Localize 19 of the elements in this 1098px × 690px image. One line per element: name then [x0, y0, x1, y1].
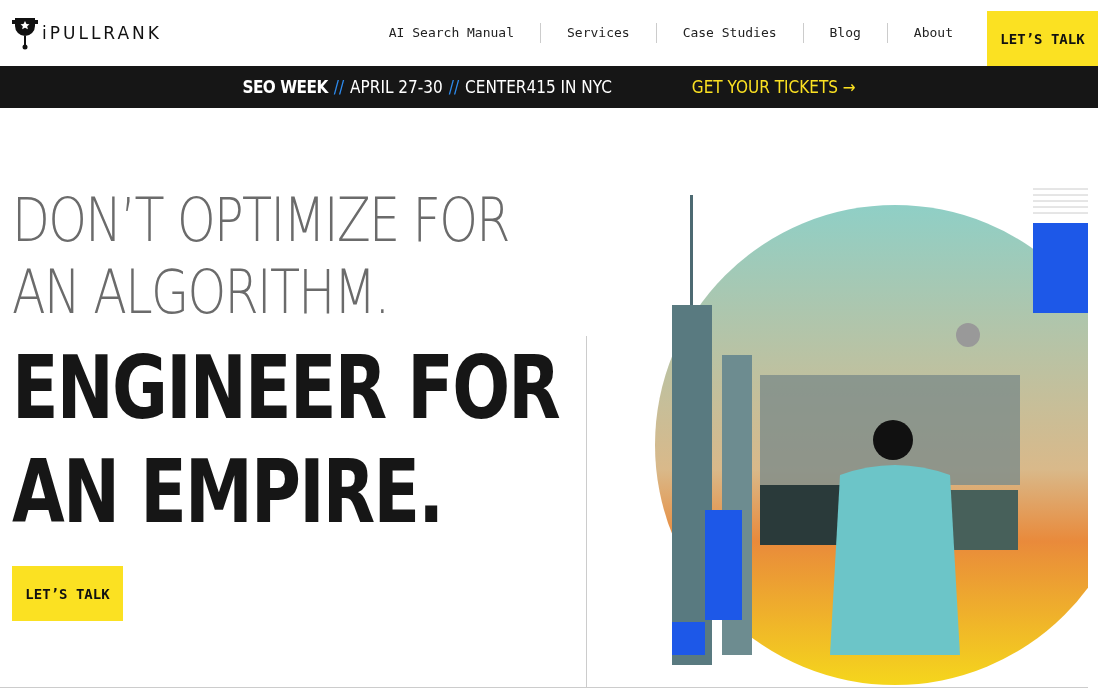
- separator: //: [333, 77, 345, 97]
- nav-link[interactable]: Services: [540, 23, 656, 43]
- headline-line: AN EMPIRE.: [12, 440, 443, 544]
- lets-talk-button[interactable]: LET’S TALK: [12, 566, 123, 621]
- nav-link[interactable]: AI Search Manual: [362, 23, 540, 43]
- headline-line: ENGINEER FOR: [12, 336, 560, 440]
- nav-link[interactable]: About: [886, 23, 979, 43]
- nav-link[interactable]: Case Studies: [655, 23, 803, 43]
- event-detail: APRIL 27-30: [350, 77, 443, 97]
- nav-link[interactable]: Blog: [802, 23, 887, 43]
- logo-text[interactable]: iPULLRANK: [42, 23, 162, 43]
- separator: //: [448, 77, 460, 97]
- trophy-logo-icon: [12, 16, 38, 50]
- headline-line: DON’T OPTIMIZE FOR: [12, 184, 509, 256]
- event-name: SEO WEEK: [242, 77, 328, 97]
- get-tickets-link[interactable]: GET YOUR TICKETS →: [691, 77, 856, 97]
- event-detail: CENTER415 IN NYC: [465, 77, 612, 97]
- headline-line: AN ALGORITHM.: [12, 256, 389, 328]
- lets-talk-button[interactable]: LET’S TALK: [987, 11, 1098, 66]
